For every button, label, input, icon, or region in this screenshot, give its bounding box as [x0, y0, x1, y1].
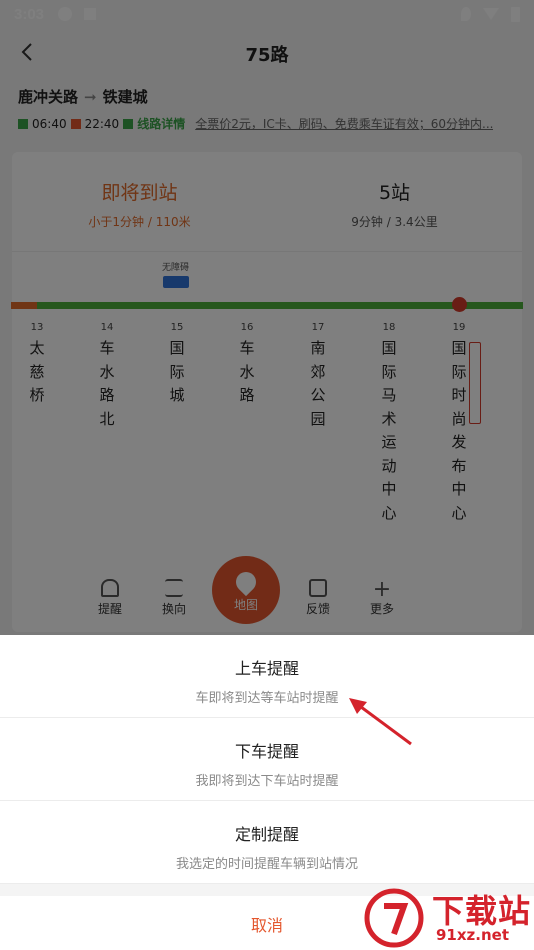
- option-title: 定制提醒: [234, 825, 299, 844]
- option-title: 上车提醒: [234, 659, 299, 678]
- option-desc: 我即将到达下车站时提醒: [195, 774, 339, 789]
- watermark-logo-icon: [364, 888, 424, 948]
- board-reminder-option[interactable]: 上车提醒 车即将到达等车站时提醒: [0, 635, 534, 718]
- custom-reminder-option[interactable]: 定制提醒 我选定的时间提醒车辆到站情况: [0, 801, 534, 884]
- watermark: 下载站 91xz.net: [362, 886, 534, 950]
- watermark-url: 91xz.net: [436, 926, 510, 944]
- modal-overlay[interactable]: [0, 0, 534, 635]
- option-desc: 我选定的时间提醒车辆到站情况: [175, 857, 358, 872]
- option-title: 下车提醒: [234, 742, 299, 761]
- alight-reminder-option[interactable]: 下车提醒 我即将到达下车站时提醒: [0, 718, 534, 801]
- option-desc: 车即将到达等车站时提醒: [195, 691, 339, 706]
- annotation-arrow-icon: [349, 698, 412, 746]
